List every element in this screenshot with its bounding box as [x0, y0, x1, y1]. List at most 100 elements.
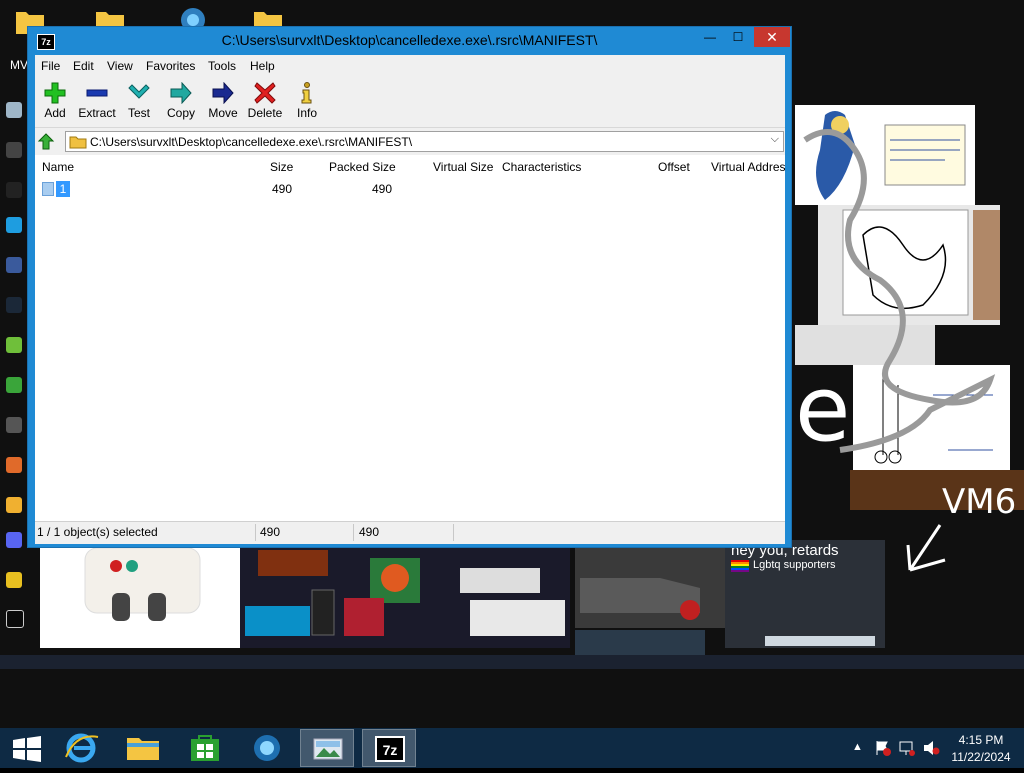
- desktop-icon-discord[interactable]: [0, 530, 28, 560]
- copy-button[interactable]: Copy: [157, 79, 205, 125]
- status-divider: [255, 524, 256, 541]
- desktop-icon-app-6[interactable]: [0, 495, 28, 525]
- row-name[interactable]: 1: [56, 181, 70, 197]
- file-list[interactable]: Name Size Packed Size Virtual Size Chara…: [35, 156, 785, 526]
- taskbar-photo-viewer[interactable]: [300, 729, 354, 767]
- taskbar-file-explorer[interactable]: [116, 729, 170, 767]
- desktop-icon-app-3[interactable]: [0, 375, 28, 405]
- svg-text:7z: 7z: [383, 742, 398, 758]
- menu-tools[interactable]: Tools: [208, 59, 236, 73]
- 7zip-icon: 7z: [375, 736, 405, 762]
- status-bar: 1 / 1 object(s) selected 490 490: [35, 521, 785, 544]
- desktop-icon-app-5[interactable]: [0, 455, 28, 485]
- column-header-characteristics[interactable]: Characteristics: [502, 160, 581, 174]
- column-header-name[interactable]: Name: [42, 160, 74, 174]
- network-icon[interactable]: [898, 739, 916, 757]
- column-header-virtual-size[interactable]: Virtual Size: [433, 160, 493, 174]
- copy-label: Copy: [166, 106, 195, 120]
- desktop-icon-recycle[interactable]: [0, 100, 28, 130]
- photo-viewer-icon: [313, 738, 343, 760]
- column-header-offset[interactable]: Offset: [658, 160, 690, 174]
- desktop-icon-geometry-dash[interactable]: [0, 570, 28, 600]
- add-button[interactable]: Add: [31, 79, 79, 125]
- extract-button[interactable]: Extract: [73, 79, 121, 125]
- taskbar-store[interactable]: [178, 729, 232, 767]
- desktop-icon-app-4[interactable]: [0, 415, 28, 445]
- wallpaper-big-letter: e: [795, 357, 851, 462]
- clock-time[interactable]: 4:15 PM: [952, 733, 1010, 747]
- status-divider: [353, 524, 354, 541]
- column-header-virtual-address[interactable]: Virtual Addres: [711, 160, 785, 174]
- internet-explorer-icon: [65, 733, 99, 763]
- delete-label: Delete: [247, 106, 283, 120]
- desktop-icon-ubisoft[interactable]: [0, 608, 28, 638]
- store-icon: [191, 735, 219, 761]
- wallpaper-lgbtq-text: Lgbtq supporters: [753, 559, 836, 571]
- extract-label: Extract: [78, 106, 116, 120]
- taskbar-7zip[interactable]: 7z: [362, 729, 416, 767]
- menu-view[interactable]: View: [107, 59, 133, 73]
- move-label: Move: [208, 106, 238, 120]
- menu-edit[interactable]: Edit: [73, 59, 94, 73]
- 7zip-window: 7z C:\Users\survxlt\Desktop\cancelledexe…: [27, 26, 792, 548]
- table-row[interactable]: 1 490 490: [35, 181, 785, 199]
- menu-help[interactable]: Help: [250, 59, 275, 73]
- window-title: C:\Users\survxlt\Desktop\cancelledexe.ex…: [221, 32, 598, 48]
- minus-icon: [86, 89, 108, 97]
- close-button[interactable]: ✕: [754, 27, 790, 47]
- wallpaper-bar: [765, 636, 875, 646]
- test-button[interactable]: Test: [115, 79, 163, 125]
- move-button[interactable]: Move: [199, 79, 247, 125]
- wallpaper-photo-collage: [240, 548, 570, 648]
- desktop-icon-edge[interactable]: [0, 215, 28, 245]
- clock-date[interactable]: 11/22/2024: [946, 750, 1016, 764]
- tray-overflow-icon[interactable]: ▲: [852, 741, 863, 753]
- copy-arrow-icon: [170, 82, 192, 104]
- delete-button[interactable]: Delete: [241, 79, 289, 125]
- taskbar: 7z ▲ 4:15 PM 11/22/2024: [0, 728, 1024, 768]
- desktop-icon-bluestacks[interactable]: [0, 335, 28, 365]
- move-arrow-icon: [212, 82, 234, 104]
- taskbar-internet-explorer[interactable]: [54, 729, 108, 767]
- plus-icon: [44, 82, 66, 104]
- address-bar: C:\Users\survxlt\Desktop\cancelledexe.ex…: [35, 128, 785, 155]
- up-folder-button[interactable]: [37, 132, 57, 152]
- status-packed: 490: [359, 525, 380, 539]
- info-label: Info: [296, 106, 317, 120]
- status-selected: 1 / 1 object(s) selected: [37, 525, 158, 539]
- desktop-icon-steam[interactable]: [0, 295, 28, 325]
- column-header-size[interactable]: Size: [270, 160, 293, 174]
- file-icon: [42, 182, 54, 196]
- address-path: C:\Users\survxlt\Desktop\cancelledexe.ex…: [90, 135, 413, 149]
- title-bar[interactable]: 7z C:\Users\survxlt\Desktop\cancelledexe…: [28, 27, 791, 55]
- address-input[interactable]: C:\Users\survxlt\Desktop\cancelledexe.ex…: [65, 131, 784, 152]
- test-label: Test: [127, 106, 150, 120]
- row-size: 490: [272, 182, 293, 196]
- volume-muted-icon[interactable]: [922, 739, 940, 757]
- wallpaper-vm6-text: VM6: [942, 482, 1017, 522]
- window-client-area: File Edit View Favorites Tools Help Add …: [35, 55, 785, 544]
- desktop-top-label: MV: [10, 58, 28, 72]
- action-center-flag-icon[interactable]: [874, 739, 892, 757]
- menu-file[interactable]: File: [41, 59, 60, 73]
- folder-icon: [69, 136, 87, 149]
- column-header-packed-size[interactable]: Packed Size: [329, 160, 396, 174]
- taskbar-browser-globe[interactable]: [240, 729, 294, 767]
- menu-favorites[interactable]: Favorites: [146, 59, 195, 73]
- add-label: Add: [44, 106, 66, 120]
- toolbar: Add Extract Test Copy Move Delete Info: [35, 77, 785, 128]
- start-button[interactable]: [0, 729, 54, 767]
- wallpaper-car-photo: [575, 548, 725, 628]
- delete-x-icon: [254, 82, 276, 104]
- windows-logo-icon: [13, 736, 41, 762]
- desktop-icon-virtualbox[interactable]: [0, 255, 28, 285]
- minimize-button[interactable]: —: [696, 27, 724, 47]
- check-chevron-icon: [128, 84, 150, 99]
- info-button[interactable]: Info: [283, 79, 331, 125]
- desktop-icon-app-2[interactable]: [0, 180, 28, 210]
- desktop-icon-app-1[interactable]: [0, 140, 28, 170]
- maximize-button[interactable]: ☐: [724, 27, 752, 47]
- wallpaper-mini-taskbar: [0, 655, 1024, 669]
- chevron-down-icon[interactable]: ⌵: [771, 133, 779, 146]
- file-explorer-icon: [127, 738, 159, 760]
